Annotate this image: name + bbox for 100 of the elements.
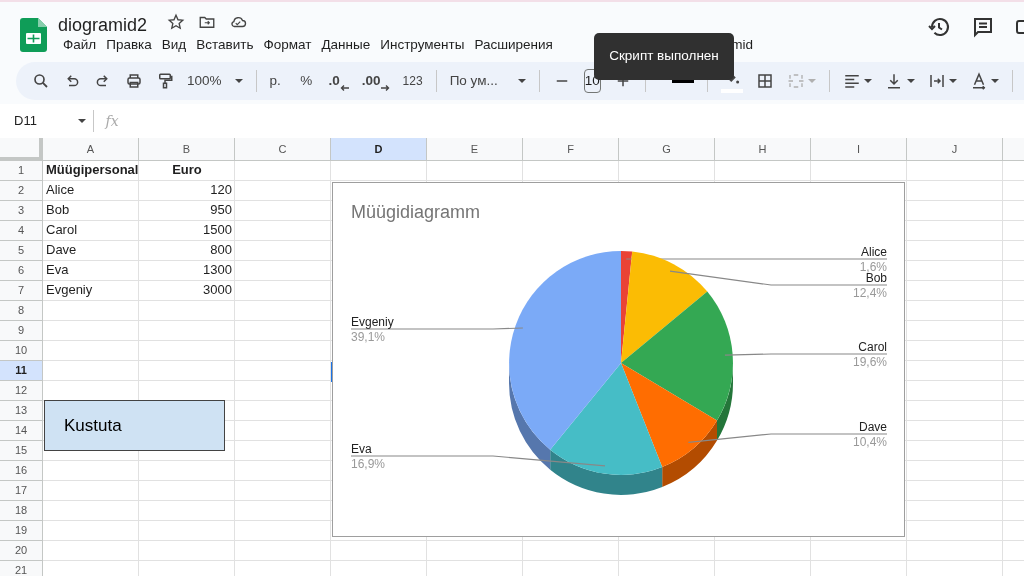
- slice-percent: 39,1%: [351, 330, 386, 344]
- font-dropdown[interactable]: По ум...: [449, 70, 526, 92]
- star-icon[interactable]: [166, 13, 185, 32]
- table-cell-text: 950: [209, 201, 233, 219]
- row-header[interactable]: 14: [0, 421, 43, 441]
- row-header[interactable]: 18: [0, 501, 43, 521]
- zoom-dropdown[interactable]: 100%: [187, 70, 243, 92]
- row-header[interactable]: 3: [0, 201, 43, 221]
- row-header[interactable]: 17: [0, 481, 43, 501]
- currency-format-button[interactable]: р.: [269, 70, 281, 92]
- row-header[interactable]: 7: [0, 281, 43, 301]
- left-arrow-icon: [339, 85, 349, 92]
- caret-icon: [517, 79, 526, 83]
- row-header[interactable]: 15: [0, 441, 43, 461]
- column-header[interactable]: H: [715, 138, 811, 161]
- column-header[interactable]: G: [619, 138, 715, 161]
- slice-label: Bob: [865, 271, 887, 285]
- column-header[interactable]: B: [139, 138, 235, 161]
- menu-item[interactable]: Вид: [156, 36, 192, 54]
- caret-icon: [234, 79, 243, 83]
- menu-item[interactable]: Вставить: [191, 36, 259, 54]
- slice-percent: 19,6%: [852, 355, 887, 369]
- decrease-decimals-button[interactable]: .0: [328, 70, 349, 92]
- row-header[interactable]: 9: [0, 321, 43, 341]
- caret-icon: [948, 79, 957, 83]
- slice-label: Eva: [351, 442, 372, 456]
- align-left-icon: [843, 72, 861, 90]
- caret-icon: [808, 79, 816, 83]
- row-header[interactable]: 12: [0, 381, 43, 401]
- column-header[interactable]: I: [811, 138, 907, 161]
- table-cell-text: Dave: [45, 241, 78, 259]
- tooltip: Скрипт выполнен: [594, 33, 734, 80]
- search-icon[interactable]: [32, 72, 50, 90]
- slice-label: Carol: [858, 340, 887, 354]
- text-wrap-icon: [927, 72, 946, 90]
- chart-title: Müügidiagramm: [351, 202, 481, 222]
- document-title[interactable]: diogramid2: [58, 14, 148, 36]
- row-header[interactable]: 1: [0, 161, 43, 181]
- table-cell-text: Müügipersonal: [45, 161, 139, 179]
- slice-label: Dave: [859, 420, 887, 434]
- caret-icon: [78, 119, 86, 123]
- row-header[interactable]: 20: [0, 541, 43, 561]
- column-header[interactable]: J: [907, 138, 1003, 161]
- row-header[interactable]: 8: [0, 301, 43, 321]
- row-header[interactable]: 16: [0, 461, 43, 481]
- merge-icon: [786, 72, 805, 90]
- row-header[interactable]: 4: [0, 221, 43, 241]
- wrap-dropdown[interactable]: [927, 72, 957, 90]
- drawing-button[interactable]: Kustuta: [44, 400, 225, 451]
- caret-icon: [864, 79, 873, 83]
- row-header[interactable]: 19: [0, 521, 43, 541]
- borders-icon[interactable]: [755, 72, 774, 90]
- percent-format-button[interactable]: %: [300, 70, 313, 92]
- row-header[interactable]: 10: [0, 341, 43, 361]
- menu-item[interactable]: Файл: [58, 36, 102, 54]
- row-header[interactable]: 2: [0, 181, 43, 201]
- table-cell-text: 1300: [202, 261, 233, 279]
- increase-decimals-button[interactable]: .00: [361, 70, 390, 92]
- name-box[interactable]: D11: [0, 111, 86, 131]
- menu-item[interactable]: Данные: [316, 36, 376, 54]
- menu-item[interactable]: Правка: [101, 36, 157, 54]
- table-cell-text: Euro: [171, 161, 203, 179]
- column-header[interactable]: E: [427, 138, 523, 161]
- slice-label: Evgeniy: [351, 315, 394, 329]
- column-header[interactable]: A: [43, 138, 139, 161]
- menu-item[interactable]: Инструменты: [375, 36, 470, 54]
- menu-item[interactable]: Расширения: [469, 36, 558, 54]
- slice-percent: 12,4%: [852, 286, 887, 300]
- table-cell-text: Alice: [45, 181, 76, 199]
- row-header[interactable]: 11: [0, 361, 43, 381]
- row-header[interactable]: 21: [0, 561, 43, 576]
- table-cell-text: Evgeniy: [45, 281, 94, 299]
- align-dropdown[interactable]: [843, 72, 873, 90]
- table-cell-text: Bob: [45, 201, 71, 219]
- table-cell-text: 1500: [202, 221, 233, 239]
- slice-percent: 16,9%: [351, 457, 386, 471]
- caret-icon: [991, 79, 999, 83]
- table-cell-text: 800: [209, 241, 233, 259]
- slice-percent: 10,4%: [852, 435, 887, 449]
- table-cell-text: 120: [209, 181, 233, 199]
- paint-roller-icon[interactable]: [156, 72, 174, 90]
- row-header[interactable]: 5: [0, 241, 43, 261]
- print-icon[interactable]: [125, 72, 143, 90]
- formula-label: fx: [105, 111, 119, 131]
- row-header[interactable]: 6: [0, 261, 43, 281]
- right-arrow-icon: [380, 85, 390, 92]
- menu-item[interactable]: Формат: [258, 36, 317, 54]
- number-format-button[interactable]: 123: [402, 72, 423, 90]
- slice-percent: 1,6%: [859, 260, 887, 274]
- table-cell-text: Eva: [45, 261, 70, 279]
- caret-icon: [906, 79, 915, 83]
- vertical-align-dropdown[interactable]: [885, 72, 915, 90]
- column-header[interactable]: D: [331, 138, 427, 161]
- column-header[interactable]: F: [523, 138, 619, 161]
- history-icon[interactable]: [927, 15, 951, 39]
- row-header[interactable]: 13: [0, 401, 43, 421]
- column-header[interactable]: C: [235, 138, 331, 161]
- table-cell-text: Carol: [45, 221, 79, 239]
- table-cell-text: 3000: [202, 281, 233, 299]
- sheets-logo[interactable]: [20, 18, 47, 52]
